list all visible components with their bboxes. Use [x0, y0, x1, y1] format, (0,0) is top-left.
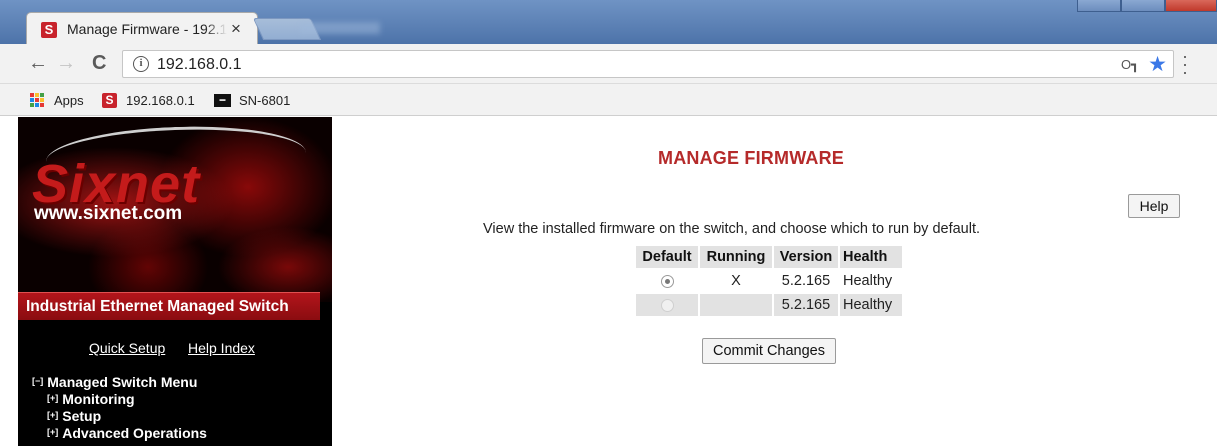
default-cell — [636, 270, 698, 292]
menu-item-label: Advanced Operations — [62, 425, 207, 441]
menu-dots-icon[interactable]: · · · — [1180, 47, 1190, 81]
collapse-marker[interactable]: [−] — [32, 376, 43, 386]
window-close-button[interactable] — [1165, 0, 1217, 12]
bookmark-label: Apps — [54, 92, 84, 108]
tab-title: Manage Firmware - 192.168.0.1 — [67, 21, 227, 37]
menu-item-advanced-operations[interactable]: [+] Advanced Operations — [32, 425, 207, 442]
bookmark-192-168-0-1[interactable]: S 192.168.0.1 — [102, 91, 195, 109]
product-banner: Industrial Ethernet Managed Switch — [18, 292, 320, 320]
reload-icon[interactable]: C — [92, 51, 106, 75]
url-text[interactable]: 192.168.0.1 — [157, 56, 242, 74]
sixnet-favicon-icon: S — [41, 22, 57, 38]
column-header-default: Default — [636, 246, 698, 268]
minimize-button[interactable] — [1077, 0, 1121, 12]
sixnet-favicon-icon: S — [102, 92, 117, 108]
expand-marker[interactable]: [+] — [47, 393, 58, 403]
version-cell: 5.2.165 — [781, 273, 831, 289]
default-radio-1[interactable] — [660, 274, 674, 288]
health-cell: Healthy — [840, 294, 902, 316]
bookmark-label: 192.168.0.1 — [126, 92, 195, 108]
version-cell: 5.2.165 — [774, 294, 838, 316]
column-header-health: Health — [840, 246, 902, 268]
window-controls — [1077, 0, 1217, 12]
menu-item-monitoring[interactable]: [+] Monitoring — [32, 391, 207, 408]
running-cell: X — [731, 273, 741, 289]
maximize-button[interactable] — [1121, 0, 1165, 12]
menu-item-managed-switch[interactable]: [−] Managed Switch Menu — [32, 374, 207, 391]
expand-marker[interactable]: [+] — [47, 410, 58, 420]
address-bar[interactable]: i 192.168.0.1 O┓ ★ — [122, 50, 1174, 78]
sidebar-frame: Sixnet www.sixnet.com Industrial Etherne… — [18, 117, 332, 446]
browser-tab-active[interactable]: S Manage Firmware - 192.168.0.1 × — [26, 12, 258, 44]
bookmarks-bar: Apps S 192.168.0.1 ▬ SN-6801 — [0, 84, 1217, 116]
blurred-tab-area — [300, 22, 380, 34]
commit-changes-button[interactable]: Commit Changes — [702, 338, 836, 364]
menu-item-setup[interactable]: [+] Setup — [32, 408, 207, 425]
health-cell: Healthy — [843, 273, 893, 289]
forward-arrow-icon[interactable]: → — [56, 51, 76, 75]
managed-switch-menu: [−] Managed Switch Menu [+] Monitoring [… — [32, 374, 207, 442]
menu-item-label: Monitoring — [62, 391, 135, 407]
browser-titlebar: S Manage Firmware - 192.168.0.1 × — [0, 0, 1217, 44]
default-radio-2[interactable] — [660, 298, 674, 312]
info-icon[interactable]: i — [133, 56, 149, 72]
bookmark-star-icon[interactable]: ★ — [1148, 52, 1167, 77]
help-index-link[interactable]: Help Index — [188, 340, 255, 356]
sixnet-dark-favicon-icon: ▬ — [214, 93, 231, 107]
page-description: View the installed firmware on the switc… — [483, 221, 981, 237]
bookmark-apps[interactable]: Apps — [30, 91, 84, 109]
bookmark-label: SN-6801 — [239, 92, 291, 108]
default-cell — [636, 294, 698, 316]
column-header-running: Running — [700, 246, 772, 268]
menu-item-label: Managed Switch Menu — [47, 374, 198, 390]
page-title: MANAGE FIRMWARE — [658, 148, 844, 168]
menu-item-label: Setup — [62, 408, 102, 424]
column-header-version: Version — [774, 246, 838, 268]
bookmark-sn-6801[interactable]: ▬ SN-6801 — [214, 91, 290, 109]
firmware-table: Default Running Version Health X 5.2.165… — [634, 244, 904, 318]
table-row: 5.2.165 Healthy — [636, 294, 902, 316]
help-button[interactable]: Help — [1128, 194, 1180, 218]
website-label: www.sixnet.com — [34, 203, 183, 224]
expand-marker[interactable]: [+] — [47, 427, 58, 437]
apps-grid-icon — [30, 93, 44, 107]
running-cell — [700, 294, 772, 316]
quick-setup-link[interactable]: Quick Setup — [89, 340, 165, 356]
tab-close-icon[interactable]: × — [231, 19, 241, 39]
browser-toolbar: ← → C i 192.168.0.1 O┓ ★ · · · — [0, 44, 1217, 84]
key-icon[interactable]: O┓ — [1121, 57, 1139, 73]
table-row: X 5.2.165 Healthy — [636, 270, 902, 292]
table-header-row: Default Running Version Health — [636, 246, 902, 268]
back-arrow-icon[interactable]: ← — [28, 51, 48, 75]
